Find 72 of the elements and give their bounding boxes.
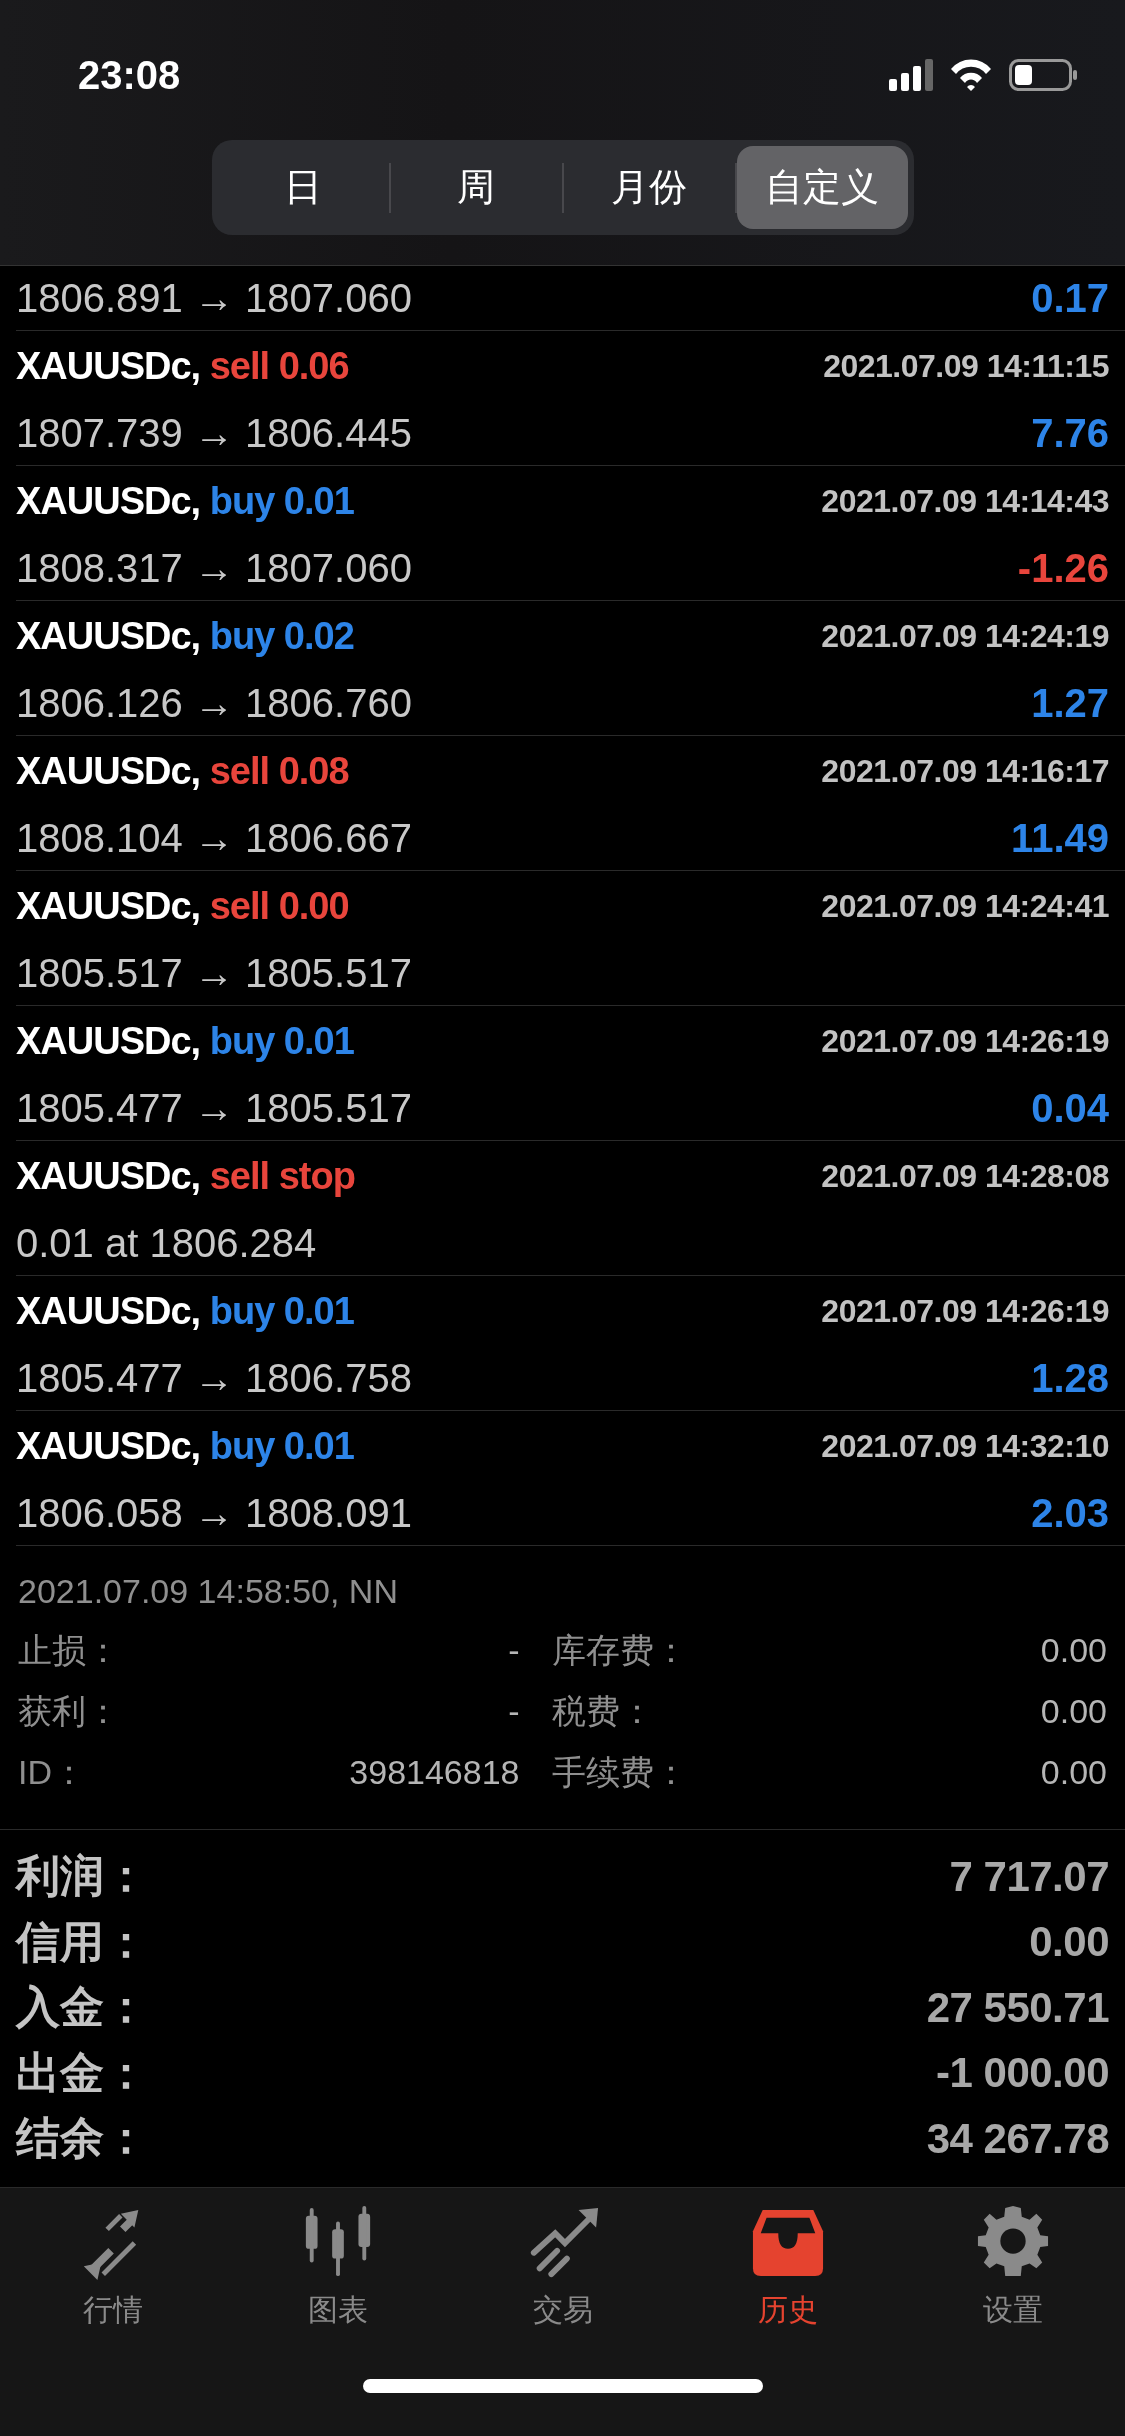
trade-prices: 1807.739 → 1806.445 xyxy=(16,410,412,456)
trade-title: XAUUSDc, sell stop xyxy=(16,1154,355,1198)
tab-bar-item[interactable]: 行情 xyxy=(0,2206,225,2331)
summary-label: 入金： xyxy=(16,1981,148,2034)
field-label: 库存费： xyxy=(551,1629,688,1671)
trade-title: XAUUSDc, sell 0.06 xyxy=(16,344,349,388)
trade-prices: 1808.104 → 1806.667 xyxy=(16,815,412,861)
trade-prices: 1808.317 → 1807.060 xyxy=(16,545,412,591)
trade-prices: 1805.477 → 1806.758 xyxy=(16,1355,412,1401)
field-value: 0.00 xyxy=(1039,1752,1107,1793)
trade-time: 2021.07.09 14:11:15 xyxy=(823,347,1109,385)
trade-profit: 0.04 xyxy=(1031,1085,1109,1131)
trade-prices: 1805.477 → 1805.517 xyxy=(16,1085,412,1131)
trade-time: 2021.07.09 14:28:08 xyxy=(821,1157,1109,1195)
trade-title: XAUUSDc, buy 0.01 xyxy=(16,1289,354,1333)
field-value: - xyxy=(507,1691,520,1732)
field-label: 手续费： xyxy=(551,1751,688,1793)
trade-prices: 1805.517 → 1805.517 xyxy=(16,950,412,996)
trade-profit: 0.17 xyxy=(1031,275,1109,321)
trade-profit: 2.03 xyxy=(1031,1490,1109,1536)
summary-label: 出金： xyxy=(16,2046,148,2099)
tab-bar-item[interactable]: 交易 xyxy=(450,2206,675,2331)
battery-icon xyxy=(1009,59,1077,91)
trade-prices: 1806.058 → 1808.091 xyxy=(16,1490,412,1536)
field-value: 398146818 xyxy=(348,1752,520,1793)
field-label: ID： xyxy=(18,1751,87,1793)
trade-profit: 7.76 xyxy=(1031,410,1109,456)
trade-time: 2021.07.09 14:24:41 xyxy=(821,887,1109,925)
signal-icon xyxy=(889,59,933,91)
trade-profit: 1.28 xyxy=(1031,1355,1109,1401)
period-segment[interactable]: 日 xyxy=(217,146,389,229)
period-segment[interactable]: 自定义 xyxy=(736,146,908,229)
field-label: 止损： xyxy=(18,1629,120,1671)
trade-profit: 11.49 xyxy=(1011,815,1109,861)
trade-profit: -1.26 xyxy=(1017,545,1109,591)
trade-time: 2021.07.09 14:24:19 xyxy=(821,617,1109,655)
trade-title: XAUUSDc, buy 0.02 xyxy=(16,614,354,658)
trade-time: 2021.07.09 14:26:19 xyxy=(821,1292,1109,1330)
period-segment[interactable]: 周 xyxy=(390,146,562,229)
summary-value: 7 717.07 xyxy=(949,1852,1109,1901)
field-value: 0.00 xyxy=(1039,1630,1107,1671)
period-segment[interactable]: 月份 xyxy=(563,146,735,229)
wifi-icon xyxy=(949,58,993,92)
summary-label: 利润： xyxy=(16,1850,148,1903)
summary-label: 结余： xyxy=(16,2112,148,2165)
trade-profit: 1.27 xyxy=(1031,680,1109,726)
trade-time: 2021.07.09 14:16:17 xyxy=(821,752,1109,790)
field-label: 获利： xyxy=(18,1690,120,1732)
summary-value: 0.00 xyxy=(1029,1918,1109,1967)
trade-title: XAUUSDc, buy 0.01 xyxy=(16,1424,354,1468)
field-value: 0.00 xyxy=(1039,1691,1107,1732)
summary-label: 信用： xyxy=(16,1915,148,1968)
trade-prices: 0.01 at 1806.284 xyxy=(16,1220,317,1266)
trade-prices: 1806.891 → 1807.060 xyxy=(16,275,412,321)
tab-bar-item[interactable]: 设置 xyxy=(900,2206,1125,2331)
trade-title: XAUUSDc, sell 0.08 xyxy=(16,749,349,793)
trade-title: XAUUSDc, buy 0.01 xyxy=(16,1019,354,1063)
deal-timestamp: 2021.07.09 14:58:50, NN xyxy=(18,1570,399,1612)
trade-title: XAUUSDc, buy 0.01 xyxy=(16,479,354,523)
summary-value: 27 550.71 xyxy=(926,1983,1109,2032)
summary-value: -1 000.00 xyxy=(936,2049,1109,2098)
trade-title: XAUUSDc, sell 0.00 xyxy=(16,884,349,928)
tab-bar-item[interactable]: 图表 xyxy=(225,2206,450,2331)
clock-time: 23:08 xyxy=(78,51,181,98)
tab-bar-item[interactable]: 历史 xyxy=(675,2206,900,2331)
trade-prices: 1806.126 → 1806.760 xyxy=(16,680,412,726)
field-value: - xyxy=(507,1630,520,1671)
trade-time: 2021.07.09 14:26:19 xyxy=(821,1022,1109,1060)
field-label: 税费： xyxy=(551,1690,655,1732)
trade-time: 2021.07.09 14:14:43 xyxy=(821,482,1109,520)
summary-value: 34 267.78 xyxy=(926,2114,1109,2163)
trade-time: 2021.07.09 14:32:10 xyxy=(821,1427,1109,1465)
